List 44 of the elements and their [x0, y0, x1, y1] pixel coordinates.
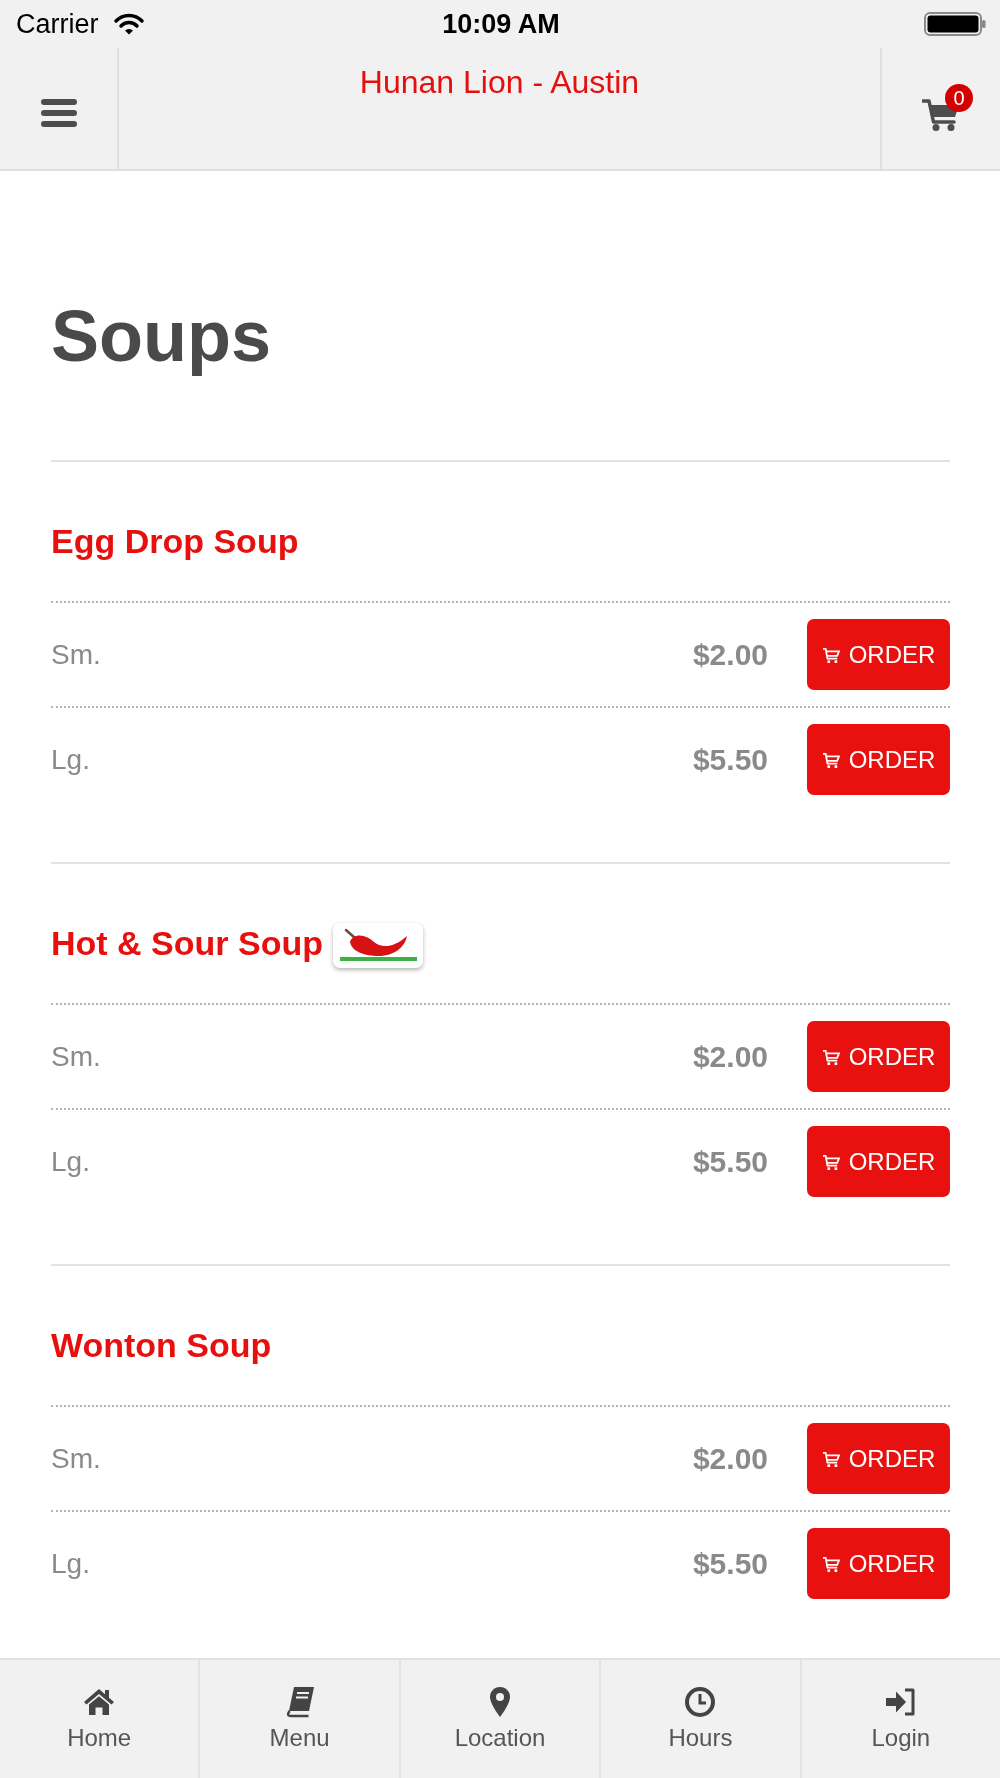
order-button[interactable]: ORDER — [807, 724, 950, 795]
size-label: Sm. — [51, 1040, 102, 1073]
dish-name: Egg Drop Soup — [51, 521, 299, 562]
restaurant-name: Hunan Lion - Austin — [358, 63, 641, 102]
size-label: Lg. — [51, 1145, 91, 1178]
size-label: Lg. — [51, 1547, 91, 1580]
cart-icon — [821, 1153, 840, 1170]
size-label: Lg. — [51, 743, 91, 776]
order-button[interactable]: ORDER — [807, 1126, 950, 1197]
order-button[interactable]: ORDER — [807, 1528, 950, 1599]
price: $2.00 — [692, 1441, 768, 1476]
size-label: Sm. — [51, 638, 102, 671]
nav-button[interactable]: Login — [801, 1660, 1000, 1778]
menu-icon — [40, 97, 77, 128]
price: $5.50 — [692, 1144, 768, 1179]
cart-icon — [821, 1555, 840, 1572]
cart-icon — [821, 1450, 840, 1467]
cart-count-badge: 0 — [945, 84, 973, 112]
sign-in-icon — [884, 1686, 917, 1718]
order-button[interactable]: ORDER — [807, 1021, 950, 1092]
price: $2.00 — [692, 637, 768, 672]
clock-icon — [684, 1686, 717, 1718]
cart-button[interactable]: 0 — [880, 48, 1000, 169]
nav-button[interactable]: Menu — [200, 1660, 401, 1778]
cart-icon — [821, 646, 840, 663]
cart-icon — [821, 751, 840, 768]
dish-name: Hot & Sour Soup — [51, 923, 323, 964]
price: $5.50 — [692, 742, 768, 777]
cart-icon — [821, 1048, 840, 1065]
nav-button[interactable]: Location — [400, 1660, 602, 1778]
nav-button[interactable]: Home — [0, 1660, 201, 1778]
page-title: Soups — [51, 295, 272, 378]
wifi-icon — [112, 12, 145, 36]
home-icon — [83, 1686, 116, 1718]
clock-time: 10:09 AM — [442, 8, 560, 40]
carrier-name: Carrier — [16, 8, 99, 40]
order-button[interactable]: ORDER — [807, 1423, 950, 1494]
order-button[interactable]: ORDER — [807, 619, 950, 690]
size-label: Sm. — [51, 1442, 102, 1475]
nav-button[interactable]: Hours — [601, 1660, 802, 1778]
dish-name: Wonton Soup — [51, 1325, 272, 1366]
price: $2.00 — [692, 1039, 768, 1074]
price: $5.50 — [692, 1546, 768, 1581]
battery-icon — [924, 12, 986, 36]
